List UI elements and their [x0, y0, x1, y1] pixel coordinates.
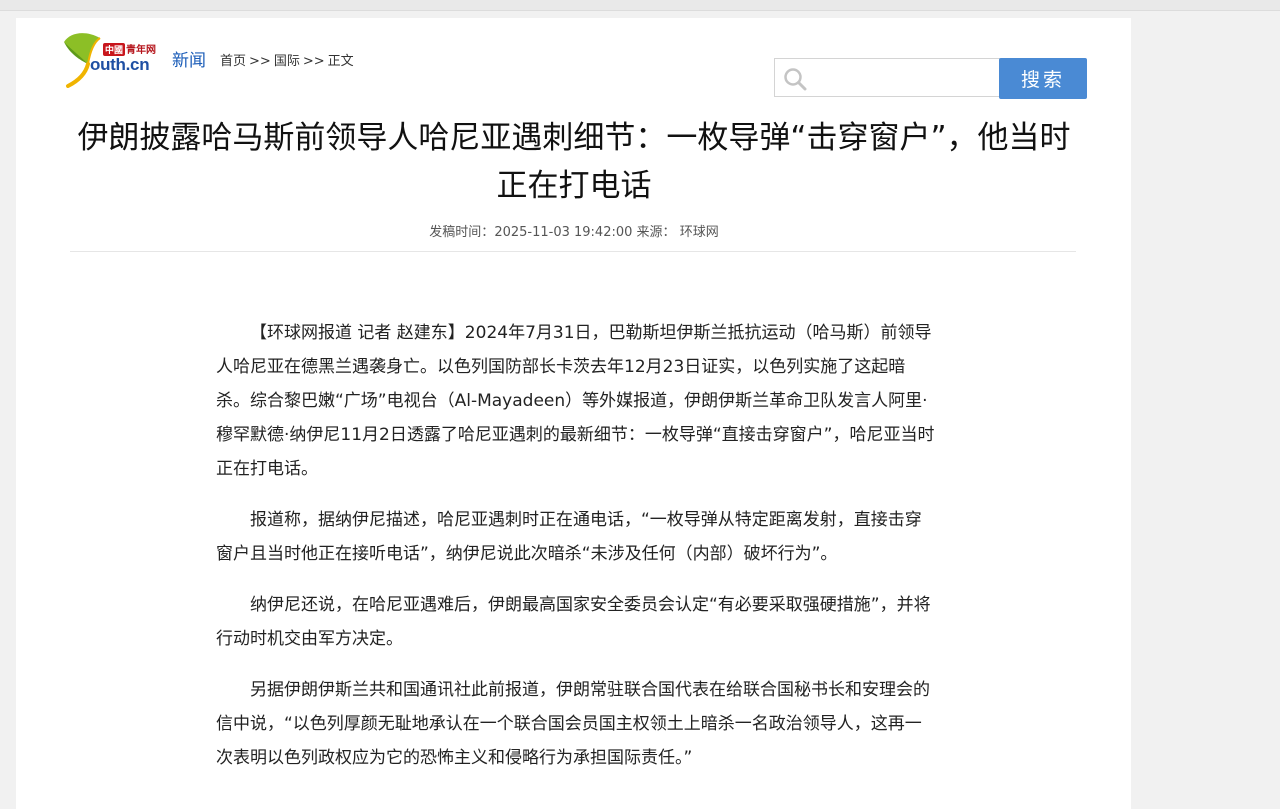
article-title: 伊朗披露哈马斯前领导人哈尼亚遇刺细节：一枚导弹“击穿窗户”，他当时正在打电话: [77, 120, 1071, 204]
breadcrumb-international[interactable]: 国际: [274, 54, 300, 69]
search-button[interactable]: 搜索: [999, 58, 1087, 99]
search-box: [774, 58, 1001, 98]
breadcrumb-home[interactable]: 首页: [220, 54, 246, 69]
article-paragraph: 纳伊尼还说，在哈尼亚遇难后，伊朗最高国家安全委员会认定“有必要采取强硬措施”，并…: [216, 595, 931, 649]
breadcrumb-separator: >>: [302, 54, 325, 69]
breadcrumb-current: 正文: [327, 54, 354, 69]
meta-source-label: 来源：: [636, 225, 676, 240]
site-logo[interactable]: 中國 青年网 outh.cn: [60, 28, 170, 88]
header-divider: [70, 251, 1076, 252]
article-body: 【环球网报道 记者 赵建东】2024年7月31日，巴勒斯坦伊斯兰抵抗运动（哈马斯…: [216, 316, 936, 792]
logo-domain: outh.cn: [90, 55, 150, 74]
browser-top-strip: [0, 0, 1280, 11]
logo-badge: 中國 青年网: [103, 41, 156, 56]
article-paragraph: 【环球网报道 记者 赵建东】2024年7月31日，巴勒斯坦伊斯兰抵抗运动（哈马斯…: [216, 323, 935, 479]
article-paragraph: 另据伊朗伊斯兰共和国通讯社此前报道，伊朗常驻联合国代表在给联合国秘书长和安理会的…: [216, 680, 930, 768]
page-container: 中國 青年网 outh.cn 新闻 首页 >> 国际 >> 正文 搜索 伊朗披露哈马斯前领…: [16, 18, 1131, 809]
search-icon: [784, 68, 807, 91]
channel-label[interactable]: 新闻: [172, 46, 206, 71]
article-paragraph: 报道称，据纳伊尼描述，哈尼亚遇刺时正在通电话，“一枚导弹从特定距离发射，直接击穿…: [216, 510, 922, 564]
meta-time-label: 发稿时间：: [429, 225, 495, 240]
breadcrumb-separator: >>: [249, 54, 271, 69]
search-input[interactable]: [811, 59, 1001, 98]
meta-source: 环球网: [679, 225, 719, 240]
article-meta: 发稿时间：2025-11-03 19:42:00 来源： 环球网: [68, 221, 1080, 240]
meta-time: 2025-11-03 19:42:00: [494, 225, 633, 240]
breadcrumb: 首页 >> 国际 >> 正文: [220, 50, 354, 69]
